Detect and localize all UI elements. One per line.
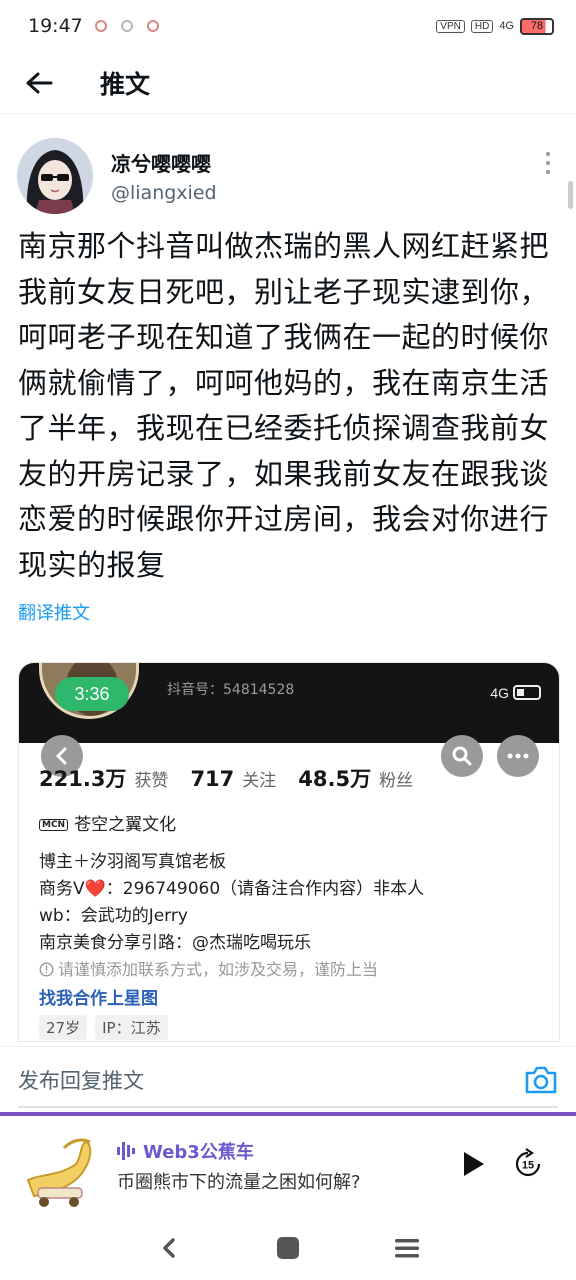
podcast-channel[interactable]: Web3公蕉车 [117,1138,254,1164]
tweet-author-row: 凉兮嘤嘤嘤 @liangxied [0,128,576,218]
battery-icon: 78 [520,17,554,35]
skip-forward-button[interactable]: 15 [510,1146,546,1182]
camera-icon [525,1066,557,1094]
media-fade-overlay [339,989,559,1041]
notification-icons [94,20,159,32]
home-square-icon [276,1237,299,1259]
status-bar: 19:47 VPN HD 4G 78 [0,0,576,52]
mcn-icon: MCN [39,819,69,831]
audio-wave-icon [117,1142,135,1160]
media-bio-line: 博主＋汐羽阁写真馆老板 [39,852,226,872]
podcast-episode-title: 币圈熊市下的流量之困如何解? [117,1172,361,1193]
tweet: 凉兮嘤嘤嘤 @liangxied 南京那个抖音叫做杰瑞的黑人网红赶紧把我前女友日… [0,128,576,624]
ip-chip: IP：江苏 [95,1015,168,1040]
stat-following-label: 关注 [242,771,277,791]
translate-tweet-link[interactable]: 翻译推文 [18,599,90,625]
page-title: 推文 [100,69,151,99]
menu-icon [394,1239,419,1258]
media-account-id: 抖音号：54814528 [167,682,295,698]
top-app-bar: 推文 [0,52,576,114]
age-chip: 27岁 [39,1015,88,1040]
vpn-icon: VPN [436,19,465,33]
nav-home-button[interactable] [268,1228,308,1268]
hd-icon: HD [470,19,494,33]
chevron-left-icon [163,1238,176,1258]
scrollbar[interactable] [568,181,573,209]
more-options-button[interactable] [546,152,552,174]
camera-button[interactable] [524,1065,558,1095]
skip-forward-15-icon: 15 [515,1148,541,1177]
signal-icon: 4G [499,20,514,32]
back-button[interactable] [12,56,66,110]
play-button[interactable] [458,1146,490,1182]
podcast-channel-name: Web3公蕉车 [143,1142,254,1163]
media-more-icon [497,735,539,777]
stat-following-value: 717 [190,767,235,791]
stat-likes-label: 获赞 [134,771,169,791]
tweet-media-image[interactable]: 3:36 抖音号：54814528 4G 221.3万 获赞 717 关注 48… [18,662,560,1042]
media-bio-line: wb：会武功的Jerry [39,906,188,926]
nav-menu-button[interactable] [387,1228,427,1268]
media-profile-stats: 221.3万 获赞 717 关注 48.5万 粉丝 [39,763,427,793]
system-indicators: VPN HD 4G 78 [436,17,554,35]
reply-bar: 发布回复推文 [0,1046,576,1112]
media-mcn-line: MCN 苍空之翼文化 [39,810,176,835]
status-time: 19:47 [28,15,83,37]
media-battery-icon [513,685,541,700]
media-profile-header: 3:36 抖音号：54814528 4G [19,663,559,743]
avatar[interactable] [17,138,93,214]
notification-icon [94,20,107,32]
notification-icon [120,20,133,32]
stat-likes-value: 221.3万 [39,767,127,791]
tweet-text: 南京那个抖音叫做杰瑞的黑人网红赶紧把我前女友日死吧，别让老子现实逮到你，呵呵老子… [18,229,550,582]
media-star-link: 找我合作上星图 [39,989,158,1009]
reply-divider [18,1106,558,1108]
media-chips: 27岁 IP：江苏 [39,1015,176,1040]
media-warning-line: 请谨慎添加联系方式，如涉及交易，谨防上当 [39,956,378,980]
mcn-name: 苍空之翼文化 [74,815,177,835]
mini-player[interactable]: Web3公蕉车 币圈熊市下的流量之困如何解? 15 [0,1116,576,1216]
notification-icon [146,20,159,32]
media-bio-line: 商务V❤️：296749060（请备注合作内容）非本人 [39,879,425,899]
info-icon [39,962,54,977]
author-handle[interactable]: @liangxied [111,182,217,204]
system-nav-bar [0,1216,576,1280]
more-dot-icon [546,161,550,165]
reply-input[interactable]: 发布回复推文 [18,1065,144,1095]
stat-followers-label: 粉丝 [379,771,414,791]
skip-seconds-label: 15 [522,1160,534,1172]
media-signal-icon: 4G [490,685,509,701]
stat-followers-value: 48.5万 [298,767,372,791]
nav-back-button[interactable] [149,1228,189,1268]
media-bio-line: 南京美食分享引路：@杰瑞吃喝玩乐 [39,933,311,953]
author-name[interactable]: 凉兮嘤嘤嘤 [111,148,211,177]
media-search-icon [441,735,483,777]
podcast-cover [20,1134,100,1210]
play-icon [464,1152,484,1176]
more-dot-icon [546,152,550,156]
media-live-badge: 3:36 [55,677,129,711]
more-dot-icon [546,170,550,174]
avatar-image [17,138,93,214]
media-warning-text: 请谨慎添加联系方式，如涉及交易，谨防上当 [58,960,379,979]
arrow-left-icon [26,72,53,93]
